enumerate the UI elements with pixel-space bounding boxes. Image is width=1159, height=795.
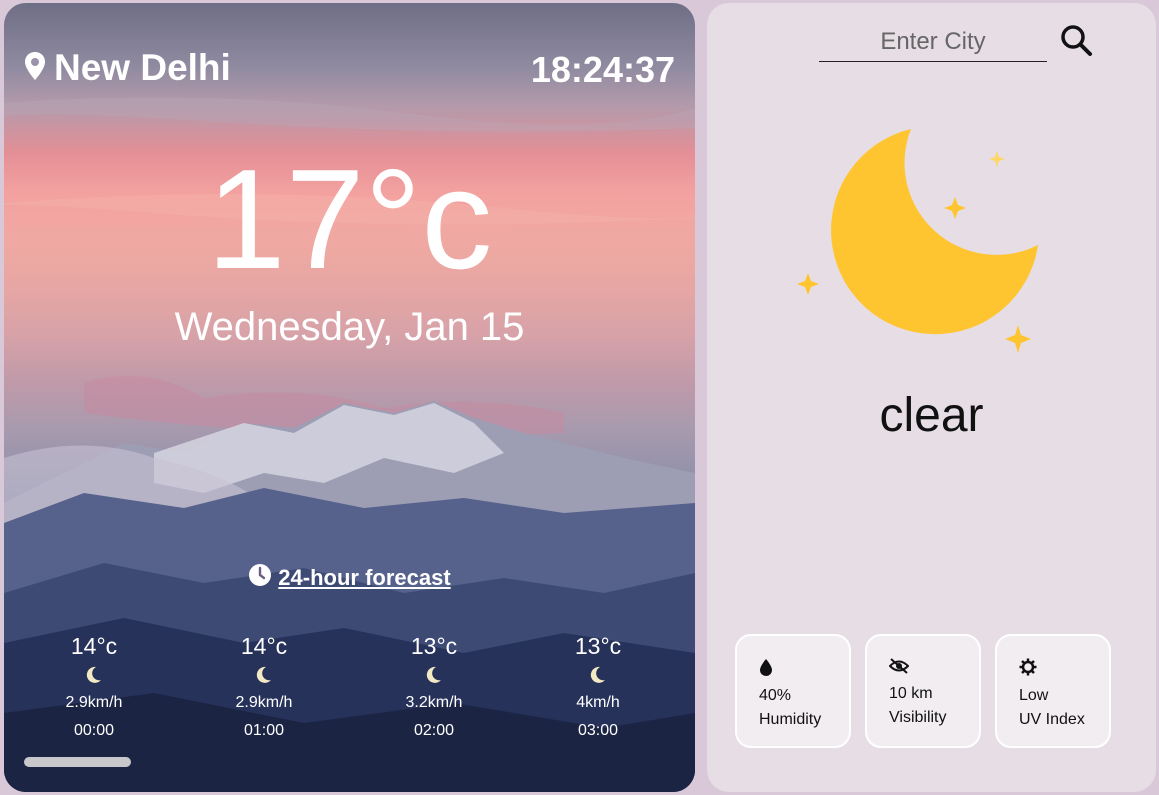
city-name: New Delhi	[54, 47, 231, 88]
hour-time: 00:00	[73, 722, 115, 739]
clock-icon	[248, 563, 272, 592]
hourly-forecast-item: 14°c 2.9km/h 01:00	[194, 633, 334, 740]
forecast-scrollbar[interactable]	[24, 757, 131, 767]
current-temperature: 17°c	[206, 140, 493, 299]
sun-gear-icon	[1019, 658, 1037, 680]
moon-icon	[24, 666, 164, 686]
humidity-label: Humidity	[759, 711, 822, 728]
forecast-link[interactable]: 24-hour forecast	[4, 563, 695, 592]
city-search-input[interactable]	[819, 23, 1047, 62]
uv-index-value: Low	[1019, 687, 1049, 704]
uv-index-label: UV Index	[1019, 711, 1085, 728]
hour-temperature: 13°c	[410, 633, 458, 659]
moon-icon	[194, 666, 334, 686]
moon-icon	[528, 666, 668, 686]
hour-temperature: 13°c	[574, 633, 622, 659]
moon-icon	[364, 666, 504, 686]
hourly-forecast-item: 13°c 3.2km/h 02:00	[364, 633, 504, 740]
hour-time: 01:00	[243, 722, 285, 739]
hour-wind: 2.9km/h	[65, 694, 123, 711]
droplet-icon	[759, 659, 773, 680]
search-button[interactable]	[1059, 23, 1095, 59]
hour-wind: 3.2km/h	[405, 694, 463, 711]
humidity-card: 40% Humidity	[735, 634, 851, 748]
hour-time: 02:00	[413, 722, 455, 739]
map-pin-icon	[24, 51, 46, 86]
local-time: 18:24:37	[530, 49, 675, 90]
uv-index-card: Low UV Index	[995, 634, 1111, 748]
hour-wind: 2.9km/h	[235, 694, 293, 711]
moon-stars-icon	[787, 113, 1047, 368]
weather-condition: clear	[879, 389, 984, 442]
forecast-link-label[interactable]: 24-hour forecast	[278, 565, 450, 591]
visibility-value: 10 km	[889, 685, 933, 702]
current-date: Wednesday, Jan 15	[174, 305, 525, 349]
location-header: New Delhi	[24, 47, 231, 89]
hour-time: 03:00	[577, 722, 619, 739]
weather-hero-panel: New Delhi 18:24:37 17°c Wednesday, Jan 1…	[4, 3, 695, 792]
search-icon	[1059, 25, 1095, 63]
hour-temperature: 14°c	[70, 633, 118, 659]
hourly-forecast-item: 14°c 2.9km/h 00:00	[24, 633, 164, 740]
hourly-forecast-item: 13°c 4km/h 03:00	[528, 633, 668, 740]
weather-detail-panel: clear 40% Humidity 10 km Visibility Low …	[707, 3, 1156, 792]
visibility-label: Visibility	[889, 709, 947, 726]
hour-temperature: 14°c	[240, 633, 288, 659]
hour-wind: 4km/h	[576, 694, 620, 711]
eye-slash-icon	[888, 658, 910, 678]
visibility-card: 10 km Visibility	[865, 634, 981, 748]
humidity-value: 40%	[759, 687, 792, 704]
